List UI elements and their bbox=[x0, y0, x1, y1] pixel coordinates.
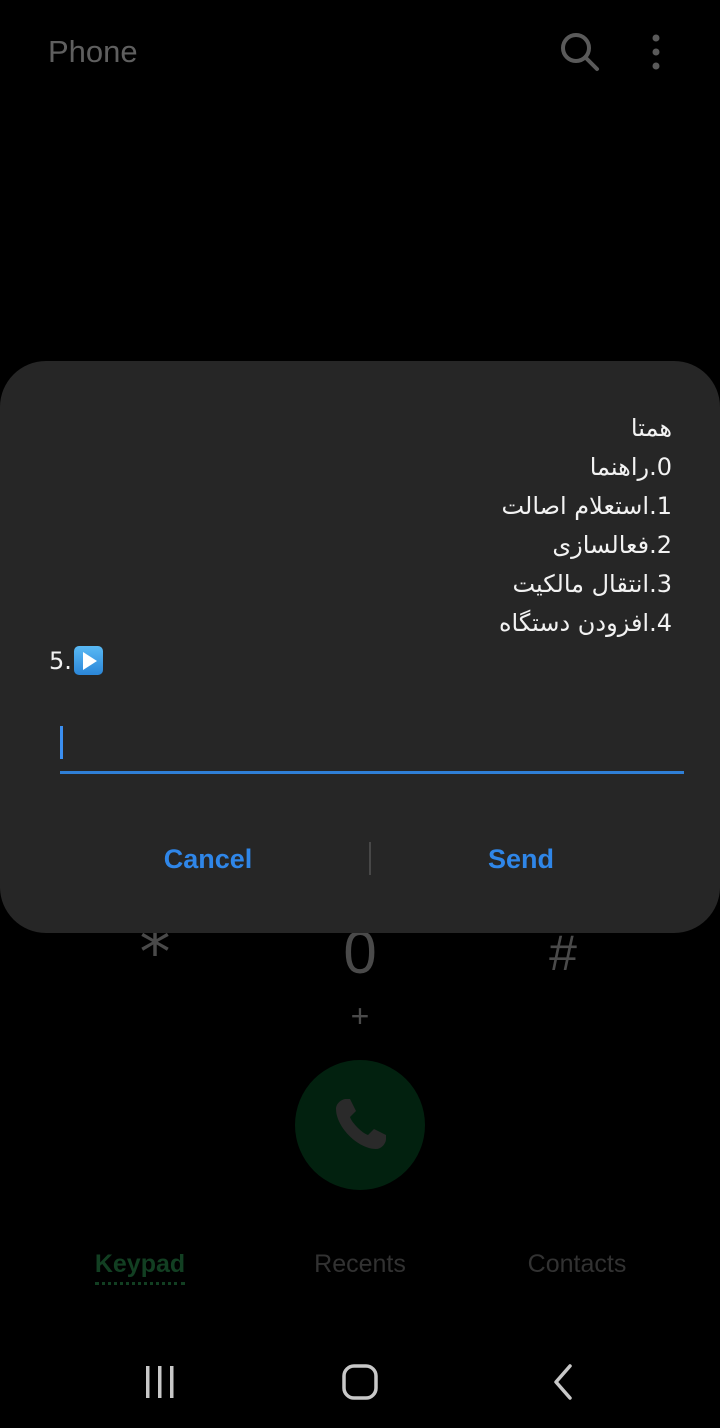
message-line: 0.راهنما bbox=[589, 453, 672, 481]
message-line: 3.انتقال مالکیت bbox=[512, 570, 672, 598]
bottom-tabs: Keypad Recents Contacts bbox=[0, 1250, 720, 1300]
message-line-text: 5. bbox=[49, 647, 72, 675]
tab-keypad[interactable]: Keypad bbox=[30, 1250, 250, 1285]
ussd-dialog: همتا 0.راهنما 1.استعلام اصالت 2.فعالسازی… bbox=[0, 361, 720, 933]
reply-input[interactable] bbox=[60, 726, 684, 774]
tab-contacts[interactable]: Contacts bbox=[467, 1250, 687, 1279]
message-line: 1.استعلام اصالت bbox=[501, 492, 672, 520]
dialog-buttons: Cancel Send bbox=[0, 831, 720, 891]
message-line: 2.فعالسازی bbox=[552, 531, 672, 559]
reply-input-wrap bbox=[60, 726, 684, 774]
system-nav-bar bbox=[0, 1340, 720, 1428]
send-button[interactable]: Send bbox=[371, 831, 671, 887]
home-icon[interactable] bbox=[340, 1362, 380, 1402]
app-header: Phone bbox=[0, 0, 720, 110]
search-icon[interactable] bbox=[558, 30, 602, 74]
tab-keypad-label: Keypad bbox=[94, 1250, 186, 1285]
app-title: Phone bbox=[48, 34, 138, 69]
tab-recents[interactable]: Recents bbox=[250, 1250, 470, 1279]
play-button-icon bbox=[73, 646, 103, 675]
call-button[interactable] bbox=[295, 1060, 425, 1190]
message-line-last: 5. bbox=[49, 643, 103, 679]
more-options-icon[interactable] bbox=[645, 30, 667, 74]
recent-apps-icon[interactable] bbox=[140, 1362, 180, 1402]
key-zero-plus-label: + bbox=[350, 998, 370, 1034]
message-line: همتا bbox=[630, 414, 672, 442]
message-line: 4.افزودن دستگاه bbox=[498, 609, 672, 637]
phone-icon bbox=[336, 1099, 386, 1149]
ussd-message: همتا 0.راهنما 1.استعلام اصالت 2.فعالسازی… bbox=[48, 409, 672, 643]
back-icon[interactable] bbox=[548, 1362, 578, 1402]
cancel-button[interactable]: Cancel bbox=[58, 831, 358, 887]
text-cursor bbox=[60, 726, 63, 759]
